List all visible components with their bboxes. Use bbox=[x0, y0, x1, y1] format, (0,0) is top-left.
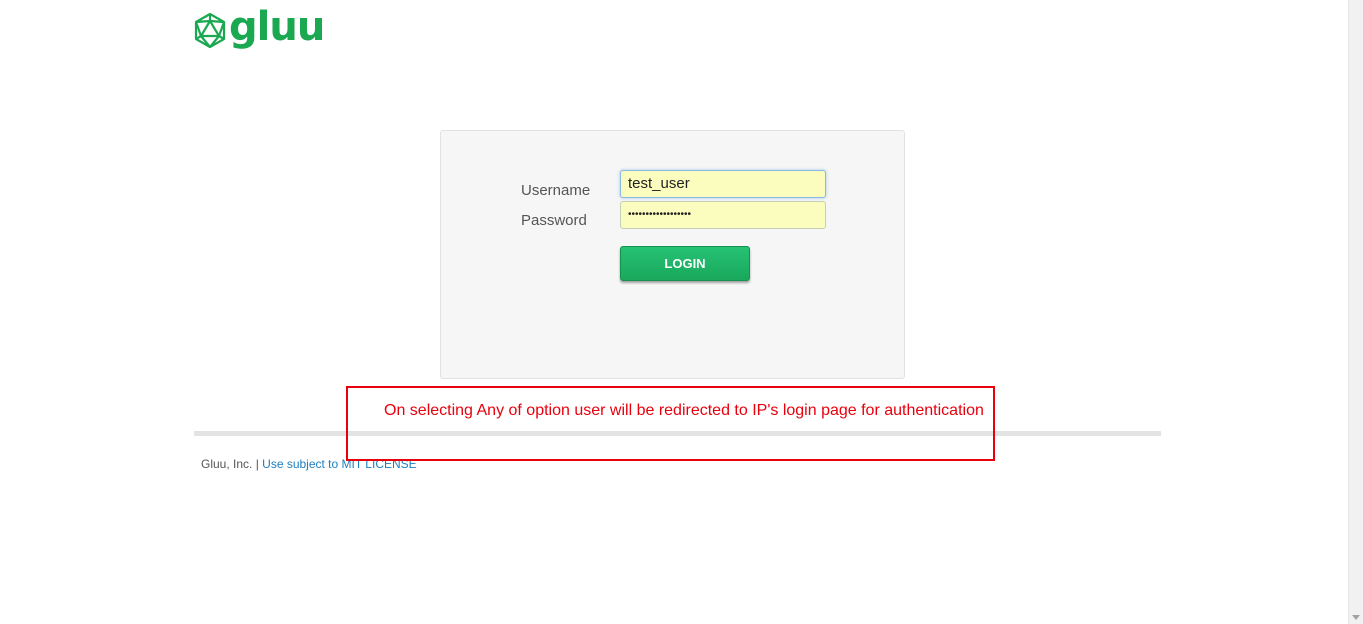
login-button[interactable]: LOGIN bbox=[620, 246, 750, 281]
annotation-highlight-box bbox=[346, 386, 995, 461]
vertical-scrollbar[interactable] bbox=[1348, 0, 1363, 624]
password-label: Password bbox=[521, 212, 587, 229]
login-panel: Username Password test_user ••••••••••••… bbox=[440, 130, 905, 379]
login-page: gluu Username Password test_user •••••••… bbox=[0, 0, 1363, 624]
gluu-logo[interactable]: gluu bbox=[193, 4, 325, 52]
logo-wordmark: gluu bbox=[229, 4, 325, 50]
chevron-down-icon[interactable] bbox=[1352, 615, 1360, 620]
icosahedron-logo-icon bbox=[194, 12, 226, 49]
footer-company: Gluu, Inc. bbox=[201, 457, 253, 471]
username-input[interactable]: test_user bbox=[620, 170, 826, 198]
footer-separator: | bbox=[252, 457, 263, 471]
annotation-note: On selecting Any of option user will be … bbox=[384, 402, 984, 419]
password-input[interactable]: •••••••••••••••••• bbox=[620, 201, 826, 229]
username-label: Username bbox=[521, 182, 591, 199]
